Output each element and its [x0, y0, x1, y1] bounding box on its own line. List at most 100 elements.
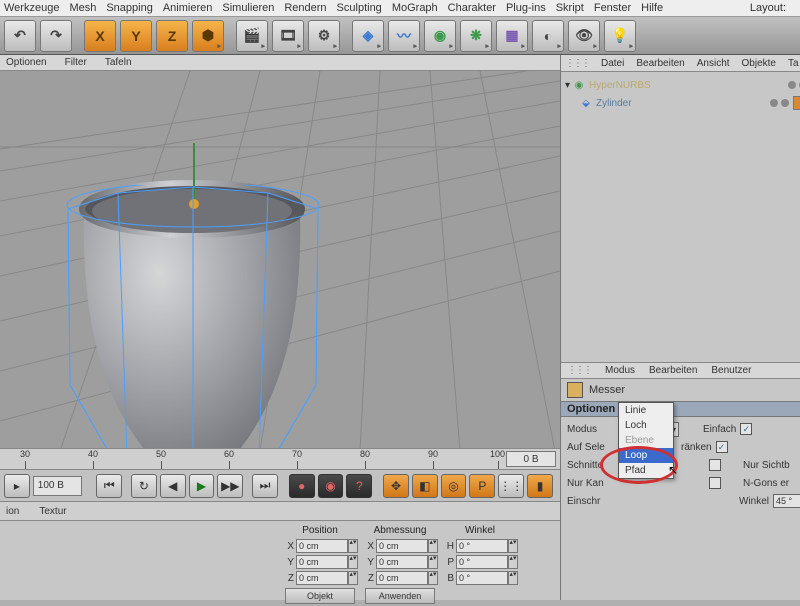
stepper[interactable]: ▴▾	[508, 571, 518, 585]
keyframe-button[interactable]: ?	[346, 474, 372, 498]
environment-button[interactable]: ◐	[532, 20, 564, 52]
schnitte-checkbox[interactable]	[709, 459, 721, 471]
next-frame-button[interactable]: ▶▶	[217, 474, 243, 498]
viewport-3d[interactable]	[0, 71, 560, 448]
view-menu-item[interactable]: Optionen	[6, 57, 47, 68]
options-section-header[interactable]: Optionen	[561, 401, 800, 417]
material-tab[interactable]: ion	[6, 506, 19, 517]
menu-item[interactable]: Snapping	[106, 2, 153, 14]
menu-item[interactable]: Charakter	[448, 2, 496, 14]
stepper[interactable]: ▴▾	[508, 555, 518, 569]
timeline[interactable]: 30 40 50 60 70 80 90 100 0 B	[0, 448, 560, 470]
menu-item[interactable]: Skript	[556, 2, 584, 14]
axis-z-toggle[interactable]: Z	[156, 20, 188, 52]
menu-item[interactable]: Rendern	[284, 2, 326, 14]
menu-item[interactable]: Mesh	[69, 2, 96, 14]
dropdown-item[interactable]: Pfad	[619, 463, 673, 478]
stepper[interactable]: ▴▾	[508, 539, 518, 553]
menu-item[interactable]: Fenster	[594, 2, 631, 14]
play-button[interactable]: ▶	[189, 474, 215, 498]
winkel-field[interactable]: 45 °	[773, 494, 800, 508]
goto-start-button[interactable]: ⏮	[96, 474, 122, 498]
loop-button[interactable]: ↻	[131, 474, 157, 498]
ang-p-field[interactable]: 0 °	[456, 555, 508, 569]
key-pos-button[interactable]: ✥	[383, 474, 409, 498]
object-row[interactable]: ▾ ◉ HyperNURBS ✓	[565, 76, 800, 94]
attr-menu-item[interactable]: Modus	[605, 365, 635, 376]
redo-button[interactable]: ↷	[40, 20, 72, 52]
key-param-button[interactable]: P	[469, 474, 495, 498]
material-tab[interactable]: Textur	[39, 506, 66, 517]
object-label[interactable]: HyperNURBS	[589, 80, 782, 91]
axis-x-toggle[interactable]: X	[84, 20, 116, 52]
frame-end-field[interactable]: 100 B	[33, 476, 83, 496]
nurkan-checkbox[interactable]	[709, 477, 721, 489]
pos-z-field[interactable]: 0 cm	[296, 571, 348, 585]
visibility-dot[interactable]	[770, 99, 778, 107]
ang-h-field[interactable]: 0 °	[456, 539, 508, 553]
pos-y-field[interactable]: 0 cm	[296, 555, 348, 569]
object-manager[interactable]: ▾ ◉ HyperNURBS ✓ ⬙ Zylinder ✕	[561, 72, 800, 362]
menu-item[interactable]: Werkzeuge	[4, 2, 59, 14]
einfach-checkbox[interactable]	[740, 423, 752, 435]
om-menu-item[interactable]: Objekte	[742, 58, 776, 69]
dropdown-item[interactable]: Loch	[619, 418, 673, 433]
menu-item[interactable]: Simulieren	[222, 2, 274, 14]
key-pla-button[interactable]: ▮	[527, 474, 553, 498]
attr-menu-item[interactable]: Benutzer	[711, 365, 751, 376]
render-picture-button[interactable]: 🎞	[272, 20, 304, 52]
visibility-dot[interactable]	[781, 99, 789, 107]
expand-icon[interactable]: ▾	[565, 80, 570, 91]
om-menu-item[interactable]: Datei	[601, 58, 624, 69]
size-z-field[interactable]: 0 cm	[376, 571, 428, 585]
size-y-field[interactable]: 0 cm	[376, 555, 428, 569]
prev-frame-button[interactable]: ◀	[160, 474, 186, 498]
spline-button[interactable]: 〰	[388, 20, 420, 52]
ranken-checkbox[interactable]	[716, 441, 728, 453]
stepper[interactable]: ▴▾	[348, 571, 358, 585]
render-view-button[interactable]: 🎬	[236, 20, 268, 52]
key-rot-button[interactable]: ◎	[441, 474, 467, 498]
key-options-button[interactable]: ⋮⋮	[498, 474, 524, 498]
stepper[interactable]: ▴▾	[348, 539, 358, 553]
undo-button[interactable]: ↶	[4, 20, 36, 52]
om-menu-item[interactable]: Ansicht	[697, 58, 730, 69]
apply-button[interactable]: Anwenden	[365, 588, 435, 604]
menu-item[interactable]: Sculpting	[337, 2, 382, 14]
camera-button[interactable]: 👁	[568, 20, 600, 52]
dropdown-item[interactable]: Loop	[619, 448, 673, 463]
nurbs-button[interactable]: ◉	[424, 20, 456, 52]
pos-x-field[interactable]: 0 cm	[296, 539, 348, 553]
timeline-end-field[interactable]: 0 B	[506, 451, 556, 467]
dropdown-item[interactable]: Ebene	[619, 433, 673, 448]
menu-item[interactable]: MoGraph	[392, 2, 438, 14]
visibility-dot[interactable]	[788, 81, 796, 89]
goto-end-button[interactable]: ⏭	[252, 474, 278, 498]
menu-item[interactable]: Plug-ins	[506, 2, 546, 14]
light-button[interactable]: 💡	[604, 20, 636, 52]
size-x-field[interactable]: 0 cm	[376, 539, 428, 553]
om-menu-item[interactable]: Ta	[788, 58, 799, 69]
stepper[interactable]: ▴▾	[428, 571, 438, 585]
object-row[interactable]: ⬙ Zylinder ✕	[565, 94, 800, 112]
om-menu-item[interactable]: Bearbeiten	[636, 58, 684, 69]
key-scale-button[interactable]: ◧	[412, 474, 438, 498]
array-button[interactable]: ❋	[460, 20, 492, 52]
stepper[interactable]: ▴▾	[428, 539, 438, 553]
view-menu-item[interactable]: Filter	[65, 57, 87, 68]
menu-item[interactable]: Animieren	[163, 2, 213, 14]
axis-y-toggle[interactable]: Y	[120, 20, 152, 52]
object-mode-button[interactable]: Objekt	[285, 588, 355, 604]
record-button[interactable]: ●	[289, 474, 315, 498]
deformer-button[interactable]: ▦	[496, 20, 528, 52]
primitive-cube-button[interactable]: ◈	[352, 20, 384, 52]
attr-menu-item[interactable]: Bearbeiten	[649, 365, 697, 376]
frame-start-field-stepper[interactable]: ▸	[4, 474, 30, 498]
render-settings-button[interactable]: ⚙	[308, 20, 340, 52]
view-menu-item[interactable]: Tafeln	[105, 57, 132, 68]
stepper[interactable]: ▴▾	[428, 555, 438, 569]
menu-item[interactable]: Hilfe	[641, 2, 663, 14]
autokey-button[interactable]: ◉	[318, 474, 344, 498]
stepper[interactable]: ▴▾	[348, 555, 358, 569]
object-label[interactable]: Zylinder	[596, 98, 764, 109]
